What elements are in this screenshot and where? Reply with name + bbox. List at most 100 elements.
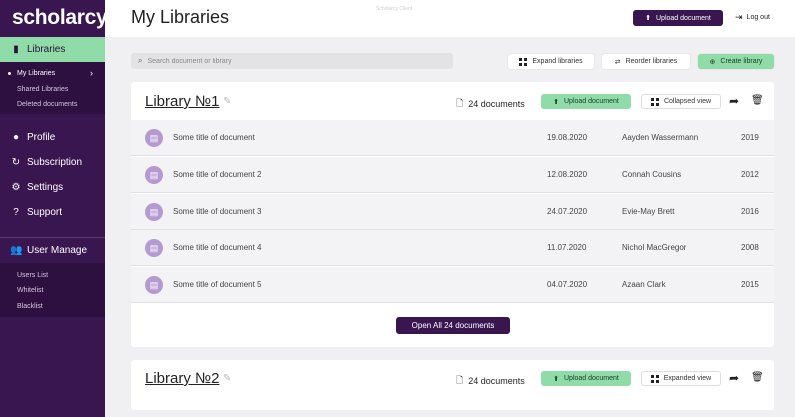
bookmark-icon: ▮: [13, 44, 19, 55]
doc-year: 2019: [741, 133, 759, 142]
library-title[interactable]: Library №2: [145, 370, 219, 387]
expand-libraries-button[interactable]: Expand libraries: [508, 54, 594, 69]
table-row[interactable]: ▤ Some title of document 4 11.07.2020 Ni…: [131, 230, 774, 266]
create-library-button[interactable]: ⊕ Create library: [698, 54, 774, 69]
document-count: 🗋 24 documents: [456, 373, 525, 389]
table-row[interactable]: ▤ Some title of document 5 04.07.2020 Az…: [131, 267, 774, 303]
document-icon: ▤: [145, 276, 163, 294]
sidebar: scholarcy ▮ Libraries My Libraries › Sha…: [0, 0, 108, 417]
upload-icon: ⬆: [553, 98, 559, 106]
library-title[interactable]: Library №1: [145, 93, 219, 110]
button-label: Expand libraries: [532, 58, 583, 65]
doc-date: 12.08.2020: [547, 170, 588, 179]
table-row[interactable]: ▤ Some title of document 2 12.08.2020 Co…: [131, 157, 774, 193]
edit-icon[interactable]: ✎: [223, 96, 231, 107]
sub-item-deleted-documents[interactable]: Deleted documents: [17, 101, 77, 108]
sidebar-item-label: User Manage: [27, 245, 88, 256]
top-header: My Libraries Scholarcy Client ⬆ Upload d…: [105, 0, 795, 37]
file-icon: 🗋: [456, 98, 464, 108]
sidebar-item-subscription[interactable]: ↻ Subscription: [0, 150, 105, 175]
button-label: Upload document: [656, 14, 711, 22]
edit-icon[interactable]: ✎: [223, 373, 231, 384]
users-icon: 👥: [10, 245, 23, 256]
help-icon: ?: [13, 207, 19, 218]
upload-document-button[interactable]: ⬆ Upload document: [633, 10, 723, 26]
document-icon: ▤: [145, 239, 163, 257]
sidebar-item-label: Profile: [27, 132, 56, 143]
document-icon: ▤: [145, 166, 163, 184]
doc-author: Aayden Wassermann: [622, 133, 699, 142]
sub-item-my-libraries[interactable]: My Libraries: [17, 70, 55, 77]
doc-title[interactable]: Some title of document 5: [173, 280, 262, 289]
sidebar-item-libraries[interactable]: ▮ Libraries: [0, 37, 105, 62]
sub-item-whitelist[interactable]: Whitelist: [17, 287, 43, 294]
sub-item-shared-libraries[interactable]: Shared Libraries: [17, 86, 68, 93]
doc-year: 2015: [741, 280, 759, 289]
count-label: 24 documents: [468, 376, 525, 386]
share-icon[interactable]: ➦: [729, 94, 739, 108]
table-row[interactable]: ▤ Some title of document 3 24.07.2020 Ev…: [131, 194, 774, 230]
chevron-right-icon: ›: [90, 68, 93, 78]
doc-title[interactable]: Some title of document 4: [173, 243, 262, 252]
user-manage-submenu: [0, 263, 105, 317]
document-icon: ▤: [145, 203, 163, 221]
sub-item-users-list[interactable]: Users List: [17, 272, 48, 279]
button-label: Upload document: [564, 375, 619, 382]
doc-author: Connah Cousins: [622, 170, 682, 179]
sub-item-blacklist[interactable]: Blacklist: [17, 303, 43, 310]
library-upload-button[interactable]: ⬆ Upload document: [541, 371, 631, 386]
doc-year: 2016: [741, 207, 759, 216]
sidebar-item-support[interactable]: ? Support: [0, 200, 105, 225]
button-label: Reorder libraries: [625, 58, 678, 65]
sidebar-item-user-manage[interactable]: 👥 User Manage: [0, 238, 105, 263]
button-label: Collapsed view: [663, 98, 712, 105]
document-count: 🗋 24 documents: [456, 96, 525, 112]
doc-title[interactable]: Some title of document 2: [173, 170, 262, 179]
upload-icon: ⬆: [645, 15, 651, 22]
page-title: My Libraries: [131, 7, 230, 27]
reorder-libraries-button[interactable]: ⇄ Reorder libraries: [602, 54, 690, 69]
doc-title[interactable]: Some title of document 3: [173, 207, 262, 216]
count-label: 24 documents: [468, 99, 525, 109]
app-logo[interactable]: scholarcy: [12, 6, 108, 30]
library-upload-button[interactable]: ⬆ Upload document: [541, 94, 631, 109]
doc-year: 2012: [741, 170, 759, 179]
refresh-icon: ↻: [11, 157, 21, 168]
open-all-documents-button[interactable]: Open All 24 documents: [396, 317, 510, 334]
file-icon: 🗋: [456, 375, 464, 385]
button-label: Log out: [746, 14, 770, 21]
button-label: Create library: [720, 58, 763, 65]
share-icon[interactable]: ➦: [729, 371, 739, 385]
swap-icon: ⇄: [614, 58, 621, 66]
doc-date: 11.07.2020: [547, 243, 587, 252]
doc-year: 2008: [741, 243, 759, 252]
trash-icon[interactable]: 🗑: [751, 372, 764, 383]
sidebar-item-label: Settings: [27, 182, 64, 193]
doc-author: Evie-May Brett: [622, 207, 675, 216]
doc-author: Nichol MacGregor: [622, 243, 687, 252]
sidebar-item-label: Subscription: [27, 157, 83, 168]
trash-icon[interactable]: 🗑: [751, 95, 764, 106]
search-icon: ⌕: [138, 56, 143, 65]
view-toggle-button[interactable]: Expanded view: [641, 371, 721, 386]
search-bar[interactable]: ⌕: [131, 53, 453, 69]
view-toggle-button[interactable]: Collapsed view: [641, 94, 721, 109]
doc-title[interactable]: Some title of document: [173, 133, 255, 142]
table-row[interactable]: ▤ Some title of document 19.08.2020 Aayd…: [131, 120, 774, 156]
active-dot-icon: [8, 72, 11, 75]
sidebar-item-profile[interactable]: ● Profile: [0, 125, 105, 150]
grid-icon: [519, 57, 528, 66]
grid-icon: [650, 97, 659, 106]
window-caption: Scholarcy Client: [376, 6, 413, 12]
button-label: Upload document: [564, 98, 619, 105]
gear-icon: ⚙: [11, 182, 21, 193]
user-icon: ●: [12, 132, 20, 143]
doc-date: 19.08.2020: [547, 133, 588, 142]
document-icon: ▤: [145, 129, 163, 147]
search-input[interactable]: [147, 57, 448, 65]
logout-icon: ⇥: [735, 12, 743, 22]
doc-author: Azaan Clark: [622, 280, 666, 289]
sidebar-item-settings[interactable]: ⚙ Settings: [0, 175, 105, 200]
library-card: Library №2 ✎ 🗋 24 documents ⬆ Upload doc…: [131, 360, 774, 410]
logout-button[interactable]: ⇥ Log out: [735, 12, 770, 23]
